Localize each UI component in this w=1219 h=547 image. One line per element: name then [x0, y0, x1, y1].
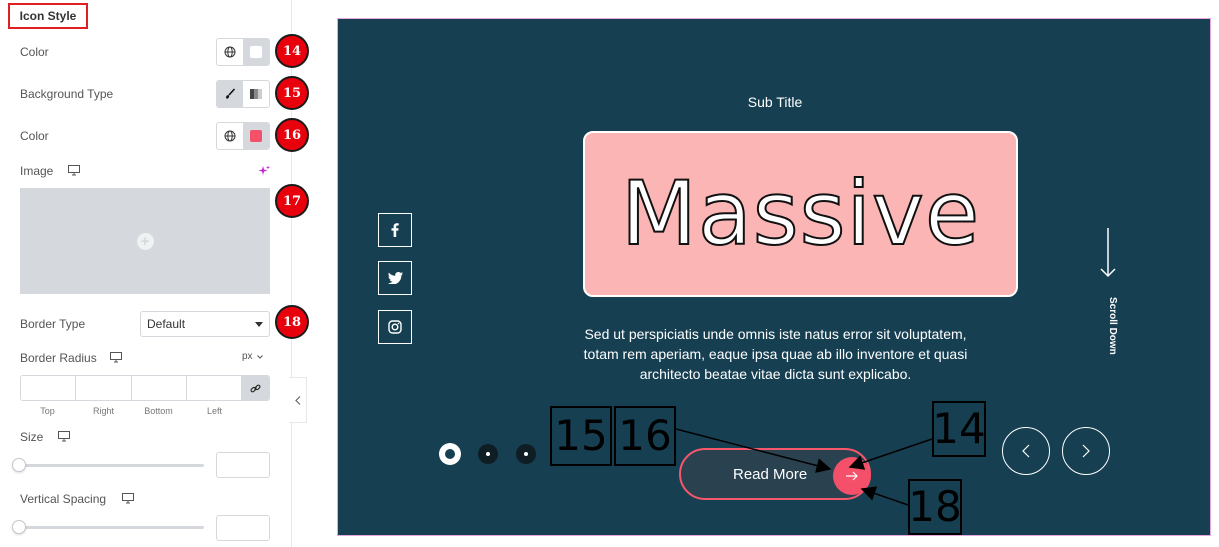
global-color-button[interactable]: [217, 123, 243, 149]
ai-sparkle-icon[interactable]: [258, 165, 270, 177]
unit-value: px: [242, 351, 253, 362]
size-input[interactable]: [216, 452, 270, 478]
border-type-value: Default: [147, 317, 186, 331]
dim-label-left: Left: [206, 406, 222, 416]
spacing-input[interactable]: [216, 515, 270, 541]
add-image-icon: +: [136, 232, 154, 250]
spacing-slider-track[interactable]: [20, 526, 204, 529]
arrow-18: [860, 486, 909, 506]
dim-label-right: Right: [92, 406, 114, 416]
radius-top-input[interactable]: [21, 376, 77, 400]
border-radius-label: Border Radius: [20, 351, 97, 365]
globe-icon: [224, 46, 236, 58]
border-type-select[interactable]: Default: [140, 311, 270, 337]
bg-color-control: [216, 122, 270, 150]
link-values-button[interactable]: [242, 376, 269, 400]
image-upload-area[interactable]: +: [20, 188, 270, 294]
annotation-badge: 14: [275, 34, 309, 68]
size-slider-track[interactable]: [20, 464, 204, 467]
collapse-panel-button[interactable]: [289, 377, 307, 423]
desktop-icon[interactable]: [68, 165, 80, 176]
annotation-badge: 16: [275, 118, 309, 152]
annotation-arrows: [675, 428, 933, 506]
desktop-icon[interactable]: [58, 431, 70, 442]
dim-label-bottom: Bottom: [144, 406, 173, 416]
annotation-badge: 18: [275, 305, 309, 339]
color-swatch: [250, 46, 262, 58]
radius-bottom-input[interactable]: [131, 376, 187, 400]
unit-selector[interactable]: px: [242, 351, 263, 362]
dim-label-top: Top: [40, 406, 55, 416]
radius-right-input[interactable]: [76, 376, 132, 400]
gradient-icon: [250, 89, 262, 99]
color-label: Color: [20, 129, 49, 143]
size-slider-handle[interactable]: [12, 458, 26, 472]
color-picker-button[interactable]: [243, 39, 269, 65]
radius-left-input[interactable]: [186, 376, 242, 400]
size-label: Size: [20, 430, 44, 444]
spacing-slider-handle[interactable]: [12, 520, 26, 534]
classic-bg-button[interactable]: [217, 81, 243, 107]
gradient-bg-button[interactable]: [243, 81, 269, 107]
background-type-control: [216, 80, 270, 108]
global-color-button[interactable]: [217, 39, 243, 65]
link-icon: [250, 384, 261, 392]
chevron-left-icon: [294, 395, 300, 405]
color-control: [216, 38, 270, 66]
image-label: Image: [20, 164, 54, 178]
color-swatch: [250, 130, 262, 142]
brush-icon: [226, 88, 236, 99]
border-radius-inputs: [20, 375, 270, 401]
annotation-badge: 15: [275, 76, 309, 110]
arrow-14: [848, 438, 933, 470]
arrow-16: [675, 428, 832, 473]
slider-preview: Sub Title Massive Scroll Down Sed ut per…: [337, 18, 1211, 536]
annotation-badge: 17: [275, 184, 309, 218]
chevron-down-icon: [256, 354, 263, 359]
desktop-icon[interactable]: [110, 352, 122, 363]
border-type-label: Border Type: [20, 317, 86, 331]
settings-panel: Icon Style Color 14 Background Type 15 C…: [0, 0, 309, 547]
color-label: Color: [20, 45, 49, 59]
color-picker-button[interactable]: [243, 123, 269, 149]
desktop-icon[interactable]: [122, 493, 134, 504]
section-title: Icon Style: [8, 3, 88, 29]
caret-down-icon: [255, 321, 263, 327]
vertical-spacing-label: Vertical Spacing: [20, 492, 107, 506]
background-type-label: Background Type: [20, 87, 114, 101]
globe-icon: [224, 130, 236, 142]
